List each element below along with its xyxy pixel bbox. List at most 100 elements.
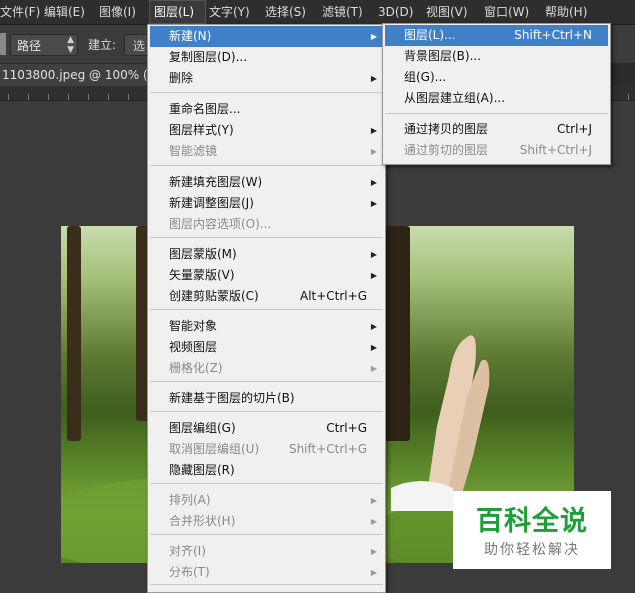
layer-menu-item: 智能滤镜 ▶ (150, 141, 383, 162)
menu-item-label: 智能对象 (169, 319, 218, 333)
submenu-arrow-icon: ▶ (370, 147, 377, 156)
layer-menu-item[interactable]: 图层样式(Y) ▶ (150, 120, 383, 141)
submenu-arrow-icon: ▶ (370, 364, 377, 373)
watermark-main-text: 百科全说 (476, 506, 588, 537)
menu-separator (385, 113, 608, 114)
submenu-arrow-icon: ▶ (370, 343, 377, 352)
submenu-arrow-icon: ▶ (370, 74, 377, 83)
new-submenu-item[interactable]: 从图层建立组(A)... (385, 88, 608, 109)
menu-separator (150, 584, 383, 585)
menu-item-label: 从图层建立组(A)... (404, 91, 506, 105)
menu-item-label: 删除 (169, 71, 194, 85)
new-submenu-item[interactable]: 组(G)... (385, 67, 608, 88)
menu-file[interactable]: 文件(F) (0, 0, 40, 24)
layer-menu-item[interactable]: 重命名图层... (150, 99, 383, 120)
submenu-arrow-icon: ▶ (370, 547, 377, 556)
submenu-arrow-icon: ▶ (370, 32, 377, 41)
submenu-arrow-icon: ▶ (370, 199, 377, 208)
menu-item-label: 通过拷贝的图层 (404, 122, 489, 136)
new-submenu-item[interactable]: 背景图层(B)... (385, 46, 608, 67)
menu-separator (150, 381, 383, 382)
layer-menu-item: 合并形状(H) ▶ (150, 511, 383, 532)
new-submenu: 图层(L)... Shift+Ctrl+N 背景图层(B)... 组(G)... 从图层… (382, 23, 611, 165)
menu-item-label: 视频图层 (169, 340, 218, 354)
layer-menu-item[interactable]: 智能对象 ▶ (150, 316, 383, 337)
menu-help[interactable]: 帮助(H) (545, 0, 587, 24)
layer-menu-item: 对齐(I) ▶ (150, 541, 383, 562)
menu-item-label: 取消图层编组(U) (169, 442, 260, 456)
path-mode-select[interactable]: 路径 ▲ ▼ (10, 34, 78, 56)
menu-item-label: 新建基于图层的切片(B) (169, 391, 295, 405)
menu-item-label: 新建调整图层(J) (169, 196, 254, 210)
menu-item-label: 图层内容选项(O)... (169, 217, 272, 231)
layer-menu-item: 栅格化(Z) ▶ (150, 358, 383, 379)
menu-item-label: 排列(A) (169, 493, 211, 507)
layer-menu-item: 取消图层编组(U) Shift+Ctrl+G (150, 439, 383, 460)
layer-menu-item[interactable]: 创建剪贴蒙版(C) Alt+Ctrl+G (150, 286, 383, 307)
menu-item-label: 图层(L)... (404, 28, 456, 42)
ruler-tick (628, 94, 629, 100)
layer-menu-item[interactable]: 删除 ▶ (150, 68, 383, 89)
submenu-arrow-icon: ▶ (370, 517, 377, 526)
layer-menu-item[interactable]: 隐藏图层(R) (150, 460, 383, 481)
tool-preset-icon[interactable] (0, 33, 6, 55)
new-submenu-item[interactable]: 通过拷贝的图层 Ctrl+J (385, 119, 608, 140)
layer-menu-item: 图层内容选项(O)... (150, 214, 383, 235)
menu-separator (150, 237, 383, 238)
layer-menu-item[interactable]: 新建填充图层(W) ▶ (150, 172, 383, 193)
submenu-arrow-icon: ▶ (370, 322, 377, 331)
menu-item-label: 复制图层(D)... (169, 50, 248, 64)
layer-menu-item[interactable]: 新建基于图层的切片(B) (150, 388, 383, 409)
ruler-tick (128, 94, 129, 100)
layer-menu-item[interactable]: 图层编组(G) Ctrl+G (150, 418, 383, 439)
menu-image[interactable]: 图像(I) (99, 0, 136, 24)
new-submenu-item[interactable]: 图层(L)... Shift+Ctrl+N (385, 25, 608, 46)
menu-separator (150, 411, 383, 412)
menu-separator (150, 165, 383, 166)
ruler-tick (108, 94, 109, 100)
menu-layer[interactable]: 图层(L) (149, 0, 206, 24)
menu-item-label: 栅格化(Z) (169, 361, 223, 375)
menu-item-label: 背景图层(B)... (404, 49, 482, 63)
menu-view[interactable]: 视图(V) (426, 0, 468, 24)
menu-3d[interactable]: 3D(D) (378, 0, 413, 24)
layer-menu-item[interactable]: 新建调整图层(J) ▶ (150, 193, 383, 214)
new-submenu-item: 通过剪切的图层 Shift+Ctrl+J (385, 140, 608, 161)
layer-menu-item: 排列(A) ▶ (150, 490, 383, 511)
menu-separator (150, 309, 383, 310)
layer-menu-item[interactable]: 矢量蒙版(V) ▶ (150, 265, 383, 286)
layer-menu-item[interactable]: 新建(N) ▶ (150, 26, 383, 47)
watermark-logo: 百科全说 助你轻松解决 (453, 491, 611, 569)
menu-item-label: 分布(T) (169, 565, 210, 579)
layer-menu-item[interactable]: 视频图层 ▶ (150, 337, 383, 358)
menu-item-label: 对齐(I) (169, 544, 206, 558)
selection-button-label: 选 (133, 39, 146, 53)
menu-item-label: 图层样式(Y) (169, 123, 234, 137)
menu-item-label: 新建填充图层(W) (169, 175, 263, 189)
menu-separator (150, 534, 383, 535)
submenu-arrow-icon: ▶ (370, 126, 377, 135)
watermark-sub-text: 助你轻松解决 (484, 542, 580, 558)
submenu-arrow-icon: ▶ (370, 250, 377, 259)
layer-menu-item: 分布(T) ▶ (150, 562, 383, 583)
menu-item-shortcut: Shift+Ctrl+G (288, 442, 367, 456)
menu-edit[interactable]: 编辑(E) (44, 0, 85, 24)
menu-separator (150, 92, 383, 93)
menu-item-label: 图层编组(G) (169, 421, 236, 435)
menu-item-label: 智能滤镜 (169, 144, 218, 158)
menu-item-label: 图层蒙版(M) (169, 247, 237, 261)
menu-select[interactable]: 选择(S) (265, 0, 306, 24)
submenu-arrow-icon: ▶ (370, 568, 377, 577)
ruler-tick (68, 94, 69, 100)
menu-item-shortcut: Alt+Ctrl+G (299, 289, 367, 303)
menu-item-label: 合并形状(H) (169, 514, 236, 528)
ruler-tick (48, 94, 49, 100)
menu-item-label: 创建剪贴蒙版(C) (169, 289, 259, 303)
menu-filter[interactable]: 滤镜(T) (322, 0, 363, 24)
menu-window[interactable]: 窗口(W) (484, 0, 529, 24)
submenu-arrow-icon: ▶ (370, 178, 377, 187)
layer-menu-item[interactable]: 图层蒙版(M) ▶ (150, 244, 383, 265)
menu-type[interactable]: 文字(Y) (209, 0, 250, 24)
ruler-tick (28, 94, 29, 100)
layer-menu-item[interactable]: 复制图层(D)... (150, 47, 383, 68)
